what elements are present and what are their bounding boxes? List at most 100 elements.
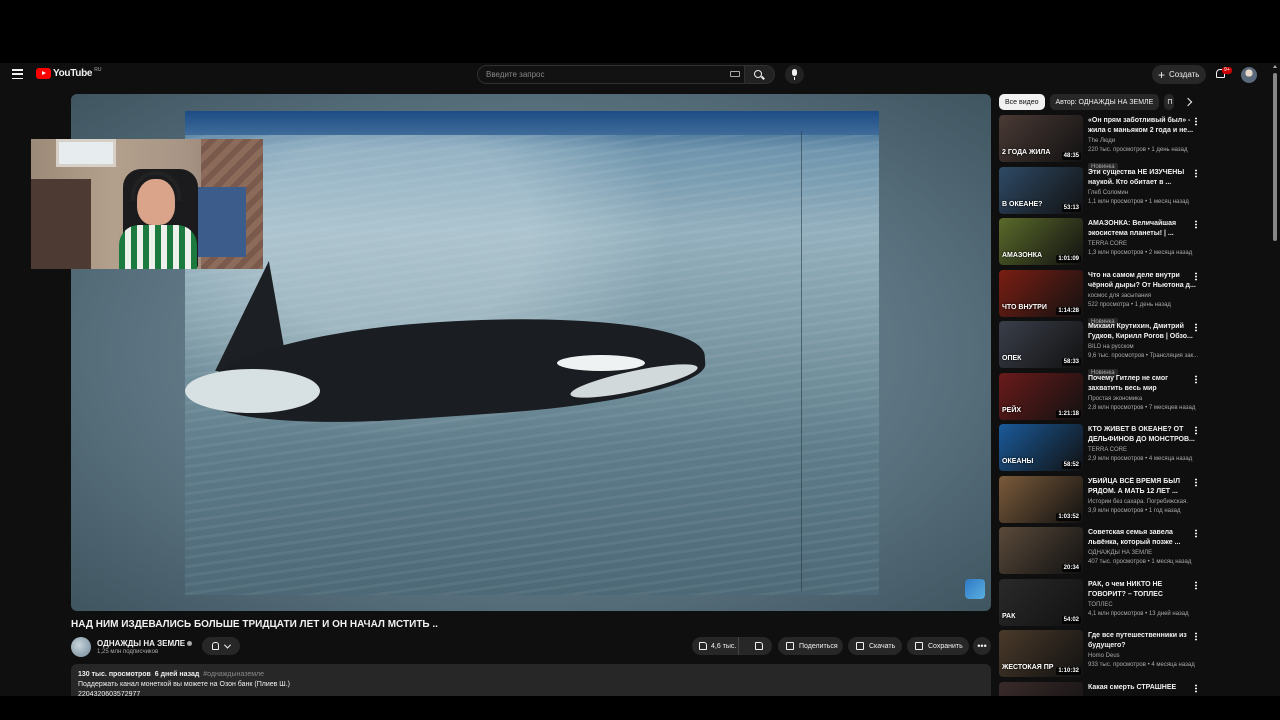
keyboard-icon[interactable]	[730, 71, 740, 77]
video-thumbnail[interactable]: ОКЕАНЫ 58:52	[999, 424, 1083, 471]
youtube-logo[interactable]: YouTube RU	[36, 67, 101, 79]
recommendation-channel[interactable]: BILD на русском	[1088, 342, 1198, 352]
more-vert-icon[interactable]	[1195, 683, 1197, 693]
more-actions-button[interactable]: •••	[973, 637, 991, 655]
account-avatar[interactable]	[1241, 67, 1257, 83]
recommendation-item[interactable]: 20:34 Советская семья завела львёнка, кот…	[999, 527, 1203, 579]
recommendation-channel[interactable]: Истории без сахара. Погребижская.	[1088, 497, 1198, 507]
more-vert-icon[interactable]	[1195, 117, 1197, 126]
more-vert-icon[interactable]	[1195, 168, 1197, 178]
recommendation-item[interactable]: ЧТО ВНУТРИ 1:14:28 Что на самом деле внутр…	[999, 269, 1203, 326]
chip-author[interactable]: Автор: ОДНАЖДЫ НА ЗЕМЛЕ	[1049, 94, 1160, 110]
more-vert-icon[interactable]	[1195, 374, 1197, 384]
video-thumbnail[interactable]: ЧТО ВНУТРИ 1:14:28	[999, 269, 1083, 317]
like-button[interactable]: 4,6 тыс.	[692, 637, 740, 655]
search-input[interactable]	[477, 65, 745, 84]
chevron-down-icon	[223, 641, 232, 649]
chip-all-videos[interactable]: Все видео	[999, 94, 1045, 110]
scroll-up-icon[interactable]	[1273, 65, 1277, 68]
recommendation-title[interactable]: АМАЗОНКА: Величайшая экосистема планеты!…	[1088, 219, 1198, 239]
hashtag-link[interactable]: #однаждыназемле	[203, 671, 264, 678]
download-button[interactable]: Скачать	[848, 637, 902, 655]
search-box	[477, 65, 775, 84]
recommendation-channel[interactable]: ТОПЛЕС	[1088, 600, 1198, 610]
video-thumbnail[interactable]: В ОКЕАНЕ? 53:13	[999, 166, 1083, 214]
recommendation-item[interactable]: 1:03:52 УБИЙЦА ВСЁ ВРЕМЯ БЫЛ РЯДОМ. А МАТ…	[999, 475, 1203, 528]
recommendation-channel[interactable]: TERRA CORE	[1088, 239, 1198, 249]
video-thumbnail[interactable]: РАК 54:02	[999, 578, 1083, 626]
recommendation-item[interactable]: РАК 54:02 РАК, о чем НИКТО НЕ ГОВОРИТ? – Т…	[999, 578, 1203, 631]
channel-watermark-icon[interactable]	[965, 579, 985, 599]
video-duration: 1:01:09	[1056, 255, 1081, 263]
subscription-bell-button[interactable]	[202, 637, 240, 655]
recommendation-channel[interactable]: The Люди	[1088, 136, 1198, 146]
more-vert-icon[interactable]	[1195, 477, 1197, 487]
save-button[interactable]: Сохранить	[907, 637, 969, 655]
video-thumbnail[interactable]: РЕЙХ 1:21:18	[999, 372, 1083, 420]
search-button[interactable]	[745, 65, 775, 84]
share-label: Поделиться	[799, 642, 838, 650]
recommendation-item[interactable]: В ОКЕАНЕ? 53:13 Эти существа НЕ ИЗУЧЕНЫ на…	[999, 166, 1203, 219]
recommendation-item[interactable]: ЖЕСТОКАЯ ПР 1:10:32 Где все путешественник…	[999, 630, 1203, 682]
more-vert-icon[interactable]	[1195, 580, 1197, 590]
recommendation-item[interactable]: Какая смерть СТРАШНЕЕ	[999, 681, 1203, 696]
chip-partial[interactable]: П	[1164, 94, 1175, 110]
video-thumbnail[interactable]: 1:03:52	[999, 475, 1083, 523]
recommendation-channel[interactable]: Глеб Соломин	[1088, 188, 1198, 198]
channel-avatar[interactable]	[71, 637, 91, 657]
channel-name[interactable]: ОДНАЖДЫ НА ЗЕМЛЕ	[97, 639, 193, 648]
voice-search-button[interactable]	[785, 65, 804, 84]
recommendation-title[interactable]: Почему Гитлер не смог захватить весь мир	[1088, 374, 1198, 394]
video-thumbnail[interactable]: ОПЕК 58:33	[999, 321, 1083, 368]
video-thumbnail[interactable]: АМАЗОНКА 1:01:09	[999, 218, 1083, 265]
menu-icon[interactable]	[12, 69, 23, 79]
recommendation-channel[interactable]: космос для засыпания	[1088, 291, 1198, 301]
video-duration: 58:33	[1061, 358, 1081, 366]
recommendation-channel[interactable]: Homo Deus	[1088, 651, 1198, 661]
recommendation-meta: 9,6 тыс. просмотров • Трансляция зак...	[1088, 353, 1198, 359]
dislike-button[interactable]	[744, 637, 772, 655]
recommendation-item[interactable]: РЕЙХ 1:21:18 Почему Гитлер не смог захвати…	[999, 372, 1203, 425]
more-vert-icon[interactable]	[1195, 529, 1197, 538]
more-vert-icon[interactable]	[1195, 426, 1197, 435]
recommendation-title[interactable]: «Он прям заботливый был» - жила с маньяк…	[1088, 116, 1198, 136]
more-vert-icon[interactable]	[1195, 323, 1197, 332]
recommendation-item[interactable]: АМАЗОНКА 1:01:09 АМАЗОНКА: Величайшая экос…	[999, 218, 1203, 270]
scrollbar-thumb[interactable]	[1273, 73, 1277, 241]
recommendation-title[interactable]: УБИЙЦА ВСЁ ВРЕМЯ БЫЛ РЯДОМ. А МАТЬ 12 ЛЕ…	[1088, 477, 1198, 497]
chevron-right-icon[interactable]	[1183, 97, 1193, 107]
recommendation-item[interactable]: ОКЕАНЫ 58:52 КТО ЖИВЕТ В ОКЕАНЕ? ОТ ДЕЛЬФИ…	[999, 424, 1203, 476]
channel-name-text[interactable]: ОДНАЖДЫ НА ЗЕМЛЕ	[97, 639, 185, 648]
recommendation-title[interactable]: Эти существа НЕ ИЗУЧЕНЫ наукой. Кто обит…	[1088, 168, 1198, 188]
recommendation-title[interactable]: Что на самом деле внутри чёрной дыры? От…	[1088, 271, 1198, 291]
page-scrollbar[interactable]	[1272, 63, 1278, 696]
recommendation-item[interactable]: 2 ГОДА ЖИЛА 48:35 «Он прям заботливый был»…	[999, 115, 1203, 171]
video-thumbnail[interactable]	[999, 681, 1083, 696]
recommendation-title[interactable]: Советская семья завела львёнка, который …	[1088, 528, 1198, 548]
more-vert-icon[interactable]	[1195, 632, 1197, 641]
description-box[interactable]: 130 тыс. просмотров 6 дней назад #однажд…	[71, 664, 991, 696]
more-vert-icon[interactable]	[1195, 220, 1197, 229]
recommendation-meta: 220 тыс. просмотров • 1 день назад	[1088, 147, 1188, 153]
recommendation-channel[interactable]: ОДНАЖДЫ НА ЗЕМЛЕ	[1088, 548, 1198, 558]
video-duration: 20:34	[1061, 564, 1081, 572]
recommendation-info: Почему Гитлер не смог захватить весь мир…	[1088, 374, 1198, 413]
more-vert-icon[interactable]	[1195, 271, 1197, 281]
recommendation-title[interactable]: Где все путешественники из будущего?	[1088, 631, 1198, 651]
recommendations-list: 2 ГОДА ЖИЛА 48:35 «Он прям заботливый был»…	[999, 115, 1203, 696]
recommendation-title[interactable]: КТО ЖИВЕТ В ОКЕАНЕ? ОТ ДЕЛЬФИНОВ ДО МОНС…	[1088, 425, 1198, 445]
recommendation-meta: 3,9 млн просмотров • 1 год назад	[1088, 507, 1181, 514]
share-button[interactable]: Поделиться	[778, 637, 843, 655]
video-thumbnail[interactable]: 20:34	[999, 527, 1083, 574]
recommendation-title[interactable]: Какая смерть СТРАШНЕЕ	[1088, 683, 1198, 693]
video-thumbnail[interactable]: 2 ГОДА ЖИЛА 48:35	[999, 115, 1083, 162]
create-button[interactable]: + Создать	[1152, 65, 1206, 84]
recommendation-item[interactable]: ОПЕК 58:33 Михаил Крутихин, Дмитрий Гудков…	[999, 321, 1203, 377]
recommendation-title[interactable]: Михаил Крутихин, Дмитрий Гудков, Кирилл …	[1088, 322, 1198, 342]
download-label: Скачать	[869, 642, 896, 650]
recommendation-channel[interactable]: Простая экономика	[1088, 394, 1198, 404]
recommendation-channel[interactable]: TERRA CORE	[1088, 445, 1198, 455]
recommendation-title[interactable]: РАК, о чем НИКТО НЕ ГОВОРИТ? – ТОПЛЕС	[1088, 580, 1198, 600]
recommendation-meta: 933 тыс. просмотров • 4 месяца назад	[1088, 662, 1195, 668]
video-thumbnail[interactable]: ЖЕСТОКАЯ ПР 1:10:32	[999, 630, 1083, 677]
